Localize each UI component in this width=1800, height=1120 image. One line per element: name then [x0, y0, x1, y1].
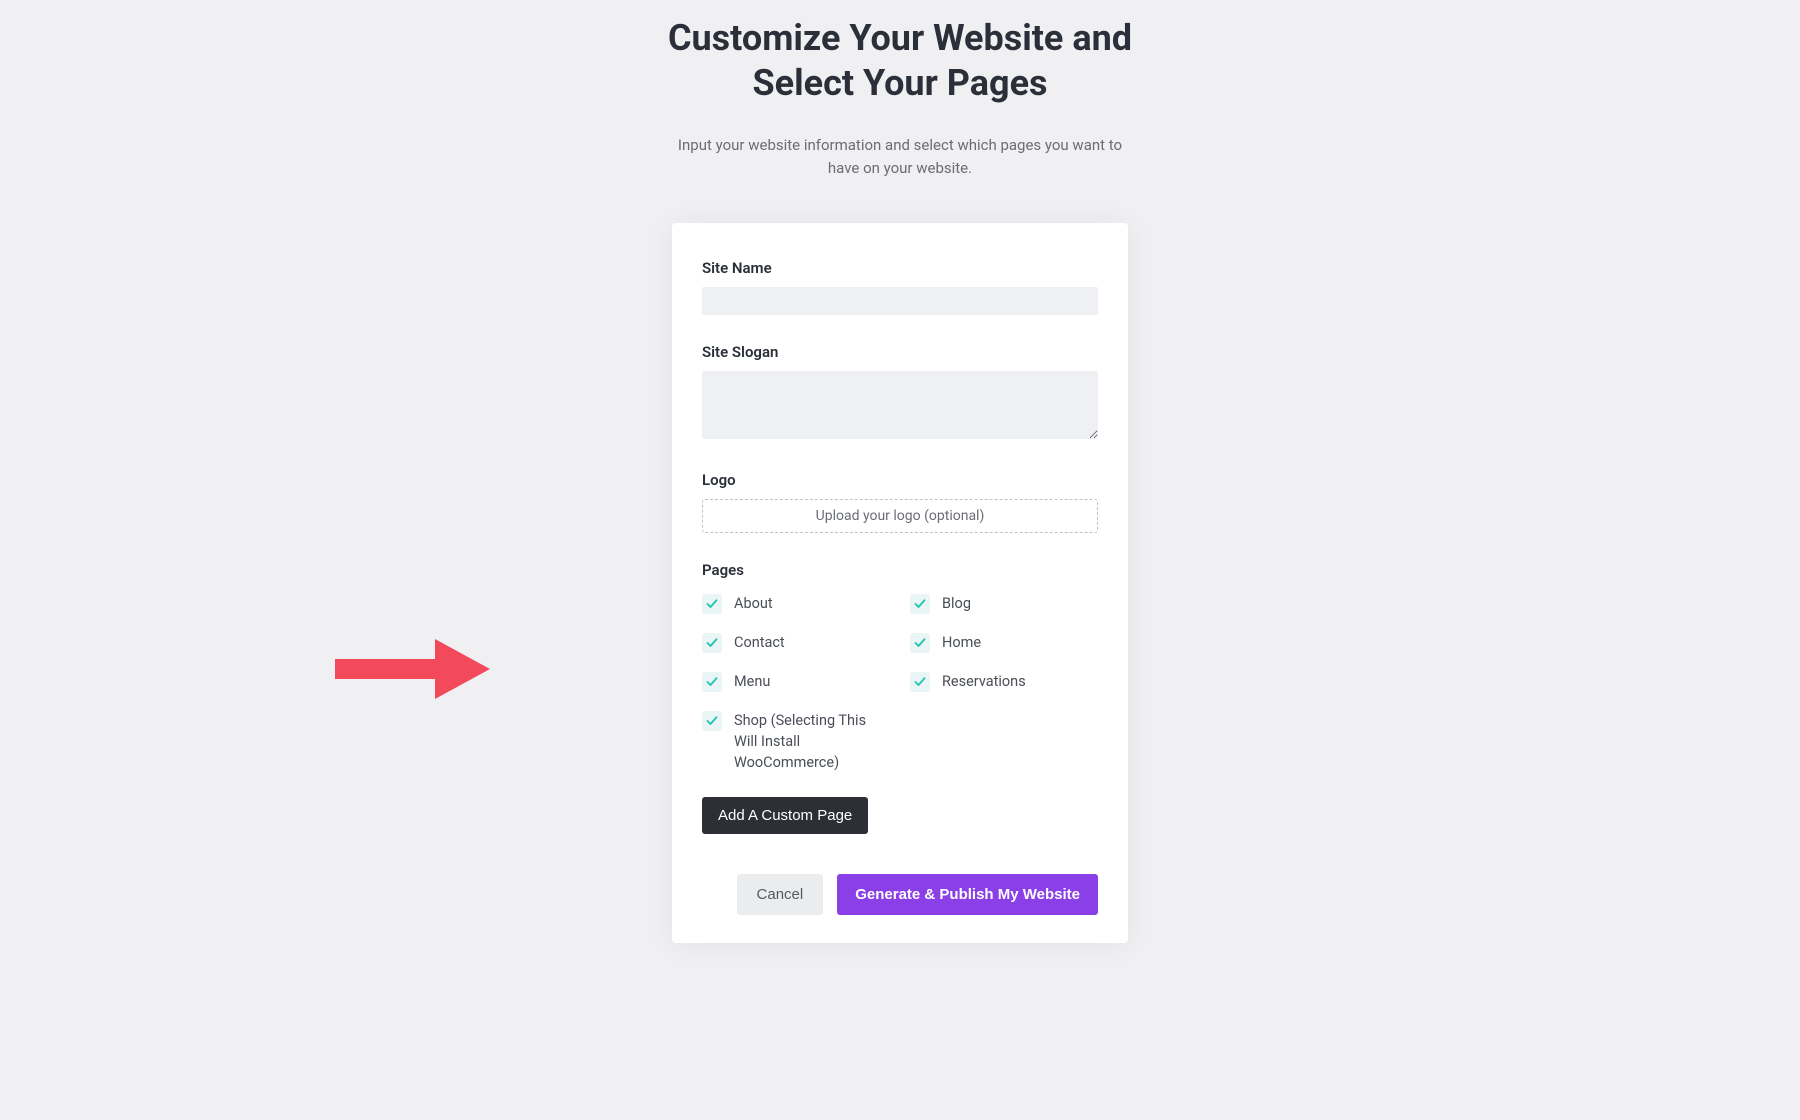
page-item-reservations: Reservations — [910, 671, 1098, 692]
page-title: Customize Your Website and Select Your P… — [0, 16, 1800, 106]
site-slogan-field: Site Slogan — [702, 343, 1098, 443]
page-title-line2: Select Your Pages — [753, 62, 1048, 104]
site-slogan-label: Site Slogan — [702, 343, 1098, 361]
form-actions: Cancel Generate & Publish My Website — [702, 874, 1098, 915]
checkbox-about[interactable] — [702, 594, 722, 614]
cancel-button[interactable]: Cancel — [737, 874, 824, 915]
page-label-menu: Menu — [734, 671, 770, 692]
logo-field: Logo Upload your logo (optional) — [702, 471, 1098, 533]
page-title-line1: Customize Your Website and — [668, 17, 1132, 59]
check-icon — [706, 598, 718, 610]
check-icon — [706, 637, 718, 649]
page-item-contact: Contact — [702, 632, 890, 653]
page-label-blog: Blog — [942, 593, 971, 614]
page-label-home: Home — [942, 632, 981, 653]
page-label-about: About — [734, 593, 773, 614]
pages-section: Pages About Blog — [702, 561, 1098, 834]
page-subtitle: Input your website information and selec… — [665, 134, 1135, 179]
page-item-about: About — [702, 593, 890, 614]
page-label-contact: Contact — [734, 632, 785, 653]
checkbox-blog[interactable] — [910, 594, 930, 614]
annotation-arrow-icon — [335, 639, 495, 699]
page-item-shop: Shop (Selecting This Will Install WooCom… — [702, 710, 890, 773]
page-label-reservations: Reservations — [942, 671, 1026, 692]
generate-publish-button[interactable]: Generate & Publish My Website — [837, 874, 1098, 915]
checkbox-home[interactable] — [910, 633, 930, 653]
check-icon — [706, 715, 718, 727]
form-card: Site Name Site Slogan Logo Upload your l… — [672, 223, 1128, 943]
page-label-shop: Shop (Selecting This Will Install WooCom… — [734, 710, 890, 773]
page-item-blog: Blog — [910, 593, 1098, 614]
page-item-menu: Menu — [702, 671, 890, 692]
add-custom-page-button[interactable]: Add A Custom Page — [702, 797, 868, 834]
pages-grid: About Blog Contact — [702, 593, 1098, 773]
check-icon — [914, 676, 926, 688]
check-icon — [914, 598, 926, 610]
checkbox-reservations[interactable] — [910, 672, 930, 692]
logo-upload-text: Upload your logo (optional) — [816, 508, 985, 524]
logo-label: Logo — [702, 471, 1098, 489]
logo-upload-button[interactable]: Upload your logo (optional) — [702, 499, 1098, 533]
checkbox-menu[interactable] — [702, 672, 722, 692]
site-name-label: Site Name — [702, 259, 1098, 277]
site-slogan-input[interactable] — [702, 371, 1098, 439]
site-name-input[interactable] — [702, 287, 1098, 315]
check-icon — [706, 676, 718, 688]
page-item-home: Home — [910, 632, 1098, 653]
pages-label: Pages — [702, 561, 1098, 579]
checkbox-contact[interactable] — [702, 633, 722, 653]
check-icon — [914, 637, 926, 649]
site-name-field: Site Name — [702, 259, 1098, 315]
checkbox-shop[interactable] — [702, 711, 722, 731]
